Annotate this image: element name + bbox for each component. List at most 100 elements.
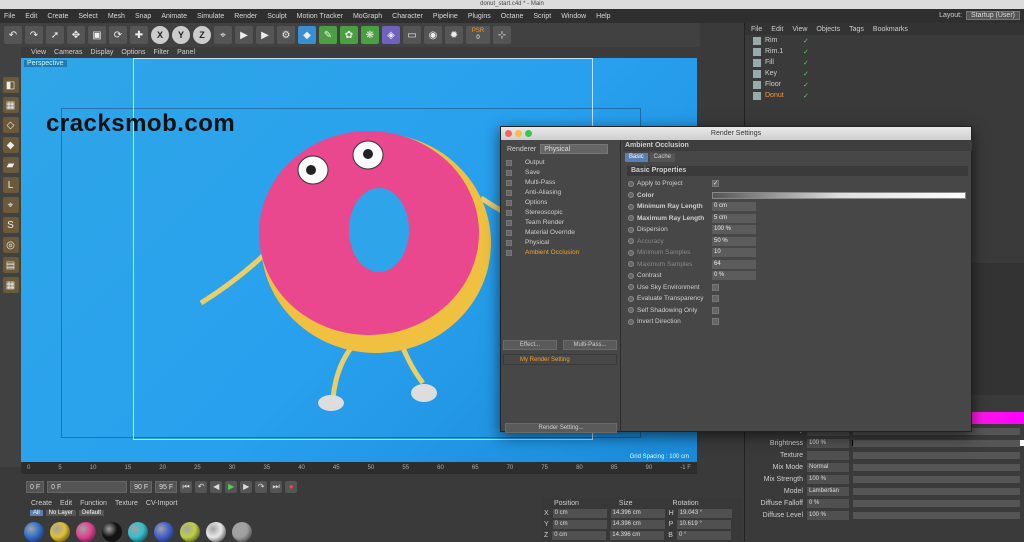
animate-dot-icon[interactable] xyxy=(628,203,634,210)
enable-checkbox[interactable] xyxy=(506,200,512,206)
x-axis-button[interactable]: X xyxy=(151,26,169,44)
rotate-icon[interactable]: ⟳ xyxy=(109,26,127,44)
psr-icon[interactable]: PSR 0 xyxy=(466,26,490,44)
attribute-slider[interactable] xyxy=(853,475,1020,483)
material-swatch[interactable] xyxy=(102,522,122,542)
menu-plugins[interactable]: Plugins xyxy=(468,13,491,20)
cube-icon[interactable]: ◆ xyxy=(298,26,316,44)
attribute-slider[interactable] xyxy=(853,487,1020,495)
array-icon[interactable]: ❋ xyxy=(361,26,379,44)
model-mode-icon[interactable]: ◧ xyxy=(2,77,19,93)
object-menu-edit[interactable]: Edit xyxy=(771,26,783,33)
scale-icon[interactable]: ▣ xyxy=(88,26,106,44)
animate-dot-icon[interactable] xyxy=(628,215,634,222)
y-axis-button[interactable]: Y xyxy=(172,26,190,44)
object-menu-file[interactable]: File xyxy=(751,26,762,33)
rotation-field[interactable]: 19.043 ° xyxy=(677,509,732,518)
enable-checkbox[interactable] xyxy=(506,230,512,236)
undo-icon[interactable]: ↶ xyxy=(4,26,22,44)
attribute-value[interactable]: Normal xyxy=(807,462,849,472)
go-to-start-icon[interactable]: ⏮ xyxy=(180,481,193,493)
property-value-field[interactable]: 5 cm xyxy=(712,213,756,223)
attribute-slider[interactable] xyxy=(853,439,1020,447)
renderer-select[interactable]: Physical xyxy=(540,144,609,154)
pen-icon[interactable]: ✎ xyxy=(319,26,337,44)
attribute-value[interactable]: 100 % xyxy=(807,474,849,484)
object-name[interactable]: Rim xyxy=(765,37,799,44)
render-setting-options[interactable]: Options xyxy=(501,198,620,208)
enable-checkbox[interactable] xyxy=(506,170,512,176)
viewport-menu-display[interactable]: Display xyxy=(90,49,113,56)
render-view-icon[interactable]: ▶ xyxy=(235,26,253,44)
next-frame-icon[interactable]: ▶ xyxy=(240,481,253,493)
object-name[interactable]: Donut xyxy=(765,92,799,99)
render-setting-ambient-occlusion[interactable]: Ambient Occlusion xyxy=(501,248,620,258)
size-field[interactable]: 14.396 cm xyxy=(610,509,665,518)
visibility-check-icon[interactable]: ✓ xyxy=(803,48,809,56)
render-setting-stereoscopic[interactable]: Stereoscopic xyxy=(501,208,620,218)
property-value-field[interactable]: 0 cm xyxy=(712,202,756,212)
object-menu-objects[interactable]: Objects xyxy=(816,26,840,33)
deformer-icon[interactable]: ◈ xyxy=(382,26,400,44)
attribute-value[interactable]: 100 % xyxy=(807,510,849,520)
material-swatch[interactable] xyxy=(232,522,252,542)
animate-dot-icon[interactable] xyxy=(628,192,634,199)
go-to-end-icon[interactable]: ⏭ xyxy=(270,481,283,493)
texture-mode-icon[interactable]: ▦ xyxy=(2,97,19,113)
viewport-menu-filter[interactable]: Filter xyxy=(154,49,170,56)
size-field[interactable]: 14.396 cm xyxy=(610,520,665,529)
animate-dot-icon[interactable] xyxy=(628,238,634,245)
enable-checkbox[interactable] xyxy=(506,190,512,196)
lock-icon[interactable]: ▤ xyxy=(2,257,19,273)
current-frame-field[interactable]: 0 F xyxy=(47,481,128,493)
menu-file[interactable]: File xyxy=(4,13,15,20)
visibility-check-icon[interactable]: ✓ xyxy=(803,81,809,89)
render-setting-multi-pass[interactable]: Multi-Pass xyxy=(501,178,620,188)
prev-frame-icon[interactable]: ◀ xyxy=(210,481,223,493)
render-setting-anti-aliasing[interactable]: Anti-Aliasing xyxy=(501,188,620,198)
material-swatch[interactable] xyxy=(76,522,96,542)
add-icon[interactable]: ✚ xyxy=(130,26,148,44)
object-row[interactable]: Donut ✓ xyxy=(745,90,1024,101)
object-row[interactable]: Fill ✓ xyxy=(745,57,1024,68)
material-menu-cv-import[interactable]: CV-Import xyxy=(146,500,178,507)
move-icon[interactable]: ✥ xyxy=(67,26,85,44)
material-swatch[interactable] xyxy=(50,522,70,542)
redo-icon[interactable]: ↷ xyxy=(25,26,43,44)
render-setting-button[interactable]: Render Setting... xyxy=(505,423,617,433)
material-swatch[interactable] xyxy=(24,522,44,542)
preview-end-field[interactable]: 90 F xyxy=(130,481,153,493)
material-menu-texture[interactable]: Texture xyxy=(115,500,138,507)
render-setting-material-override[interactable]: Material Override xyxy=(501,228,620,238)
attribute-slider[interactable] xyxy=(853,451,1020,459)
multipass-button[interactable]: Multi-Pass... xyxy=(563,340,617,350)
animate-dot-icon[interactable] xyxy=(628,272,634,279)
attribute-value[interactable] xyxy=(807,450,849,460)
render-picture-viewer-icon[interactable]: ▶ xyxy=(256,26,274,44)
light-icon[interactable]: ✹ xyxy=(445,26,463,44)
attribute-value[interactable]: 100 % xyxy=(807,438,849,448)
timeline[interactable]: 0 5 10 15 20 25 30 35 40 45 50 55 60 65 70 75 80 85 90 -1 F xyxy=(21,462,697,474)
color-gradient[interactable] xyxy=(712,191,966,199)
size-field[interactable]: 14.396 cm xyxy=(610,531,665,540)
enable-checkbox[interactable] xyxy=(506,250,512,256)
attribute-slider[interactable] xyxy=(853,463,1020,471)
edges-mode-icon[interactable]: ◆ xyxy=(2,137,19,153)
animate-dot-icon[interactable] xyxy=(628,249,634,256)
menu-octane[interactable]: Octane xyxy=(501,13,524,20)
menu-window[interactable]: Window xyxy=(561,13,586,20)
visibility-check-icon[interactable]: ✓ xyxy=(803,59,809,67)
position-field[interactable]: 0 cm xyxy=(552,520,607,529)
record-icon[interactable]: ● xyxy=(285,481,298,493)
subdivision-icon[interactable]: ✿ xyxy=(340,26,358,44)
menu-sculpt[interactable]: Sculpt xyxy=(267,13,286,20)
menu-animate[interactable]: Animate xyxy=(161,13,187,20)
render-setting-item[interactable]: My Render Setting xyxy=(503,354,617,365)
object-name[interactable]: Key xyxy=(765,70,799,77)
render-setting-save[interactable]: Save xyxy=(501,168,620,178)
attribute-value[interactable]: 0 % xyxy=(807,498,849,508)
prev-key-icon[interactable]: ↶ xyxy=(195,481,208,493)
menu-motion-tracker[interactable]: Motion Tracker xyxy=(297,13,343,20)
menu-help[interactable]: Help xyxy=(596,13,610,20)
visibility-check-icon[interactable]: ✓ xyxy=(803,70,809,78)
